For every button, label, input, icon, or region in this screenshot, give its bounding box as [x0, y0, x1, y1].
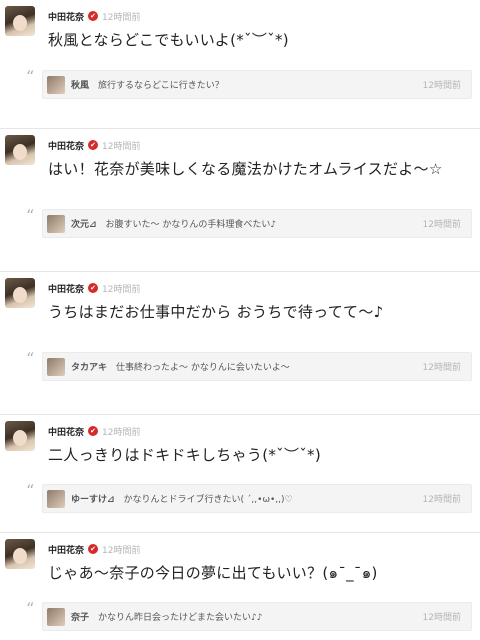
- reply-author: タカアキ: [71, 363, 108, 373]
- post-header: 中田花奈 ✔ 12時間前: [48, 8, 140, 24]
- quote-icon: “: [26, 67, 35, 86]
- reply-time: 12時間前: [422, 220, 461, 230]
- author-name[interactable]: 中田花奈: [48, 543, 84, 556]
- reply-text: 旅行するならどこに行きたい？: [98, 81, 224, 91]
- reply-author: ゆーすけ⊿: [71, 495, 115, 505]
- post-message: じゃあ〜奈子の今日の夢に出てもいい？(๑¯_¯๑): [48, 564, 378, 582]
- quoted-reply[interactable]: タカアキ 仕事終わったよ〜 かなりんに会いたいよ〜 12時間前: [42, 352, 472, 381]
- verified-icon: ✔: [88, 140, 99, 150]
- reply-avatar: [47, 214, 65, 233]
- quote-icon: “: [26, 481, 35, 500]
- quoted-reply[interactable]: 次元⊿ お腹すいた〜 かなりんの手料理食べたい♪ 12時間前: [42, 209, 472, 238]
- reply-time: 12時間前: [422, 613, 461, 623]
- post-time: 12時間前: [102, 545, 141, 556]
- author-name[interactable]: 中田花奈: [48, 425, 84, 438]
- quote-icon: “: [26, 349, 35, 368]
- reply-text: 仕事終わったよ〜 かなりんに会いたいよ〜: [116, 363, 290, 373]
- reply-author: 秋風: [71, 81, 90, 91]
- post-time: 12時間前: [102, 284, 141, 295]
- post-message: うちはまだお仕事中だから おうちで待ってて〜♪: [48, 303, 384, 321]
- post: 中田花奈 ✔ 12時間前 じゃあ〜奈子の今日の夢に出てもいい？(๑¯_¯๑) “…: [0, 533, 480, 640]
- author-avatar[interactable]: [5, 278, 35, 308]
- reply-avatar: [47, 489, 65, 508]
- quoted-reply[interactable]: 秋風 旅行するならどこに行きたい？ 12時間前: [42, 70, 472, 99]
- post-message: はい！花奈が美味しくなる魔法かけたオムライスだよ〜☆: [48, 160, 443, 178]
- reply-time: 12時間前: [422, 495, 461, 505]
- post-message: 二人っきりはドキドキしちゃう(*ˇ︶ˇ*): [48, 446, 322, 464]
- post-header: 中田花奈 ✔ 12時間前: [48, 423, 140, 439]
- post: 中田花奈 ✔ 12時間前 秋風とならどこでもいいよ(*ˇ︶ˇ*) “ 秋風 旅行…: [0, 0, 480, 129]
- reply-avatar: [47, 75, 65, 94]
- author-avatar[interactable]: [5, 539, 35, 569]
- verified-icon: ✔: [88, 283, 99, 293]
- verified-icon: ✔: [88, 11, 99, 21]
- feed: 中田花奈 ✔ 12時間前 秋風とならどこでもいいよ(*ˇ︶ˇ*) “ 秋風 旅行…: [0, 0, 480, 640]
- quote-icon: “: [26, 206, 35, 225]
- post-header: 中田花奈 ✔ 12時間前: [48, 137, 140, 153]
- author-name[interactable]: 中田花奈: [48, 139, 84, 152]
- post: 中田花奈 ✔ 12時間前 二人っきりはドキドキしちゃう(*ˇ︶ˇ*) “ ゆーす…: [0, 415, 480, 533]
- reply-avatar: [47, 357, 65, 376]
- post-time: 12時間前: [102, 12, 141, 23]
- post-time: 12時間前: [102, 141, 141, 152]
- reply-author: 次元⊿: [71, 220, 97, 230]
- author-name[interactable]: 中田花奈: [48, 10, 84, 23]
- post: 中田花奈 ✔ 12時間前 うちはまだお仕事中だから おうちで待ってて〜♪ “ タ…: [0, 272, 480, 415]
- post-time: 12時間前: [102, 427, 141, 438]
- reply-text: お腹すいた〜 かなりんの手料理食べたい♪: [105, 220, 277, 230]
- quoted-reply[interactable]: 奈子 かなりん昨日会ったけどまた会いたい♪♪ 12時間前: [42, 602, 472, 631]
- reply-author: 奈子: [71, 613, 90, 623]
- post-header: 中田花奈 ✔ 12時間前: [48, 541, 140, 557]
- quote-icon: “: [26, 599, 35, 618]
- post-message: 秋風とならどこでもいいよ(*ˇ︶ˇ*): [48, 31, 289, 49]
- reply-time: 12時間前: [422, 363, 461, 373]
- reply-avatar: [47, 607, 65, 626]
- reply-time: 12時間前: [422, 81, 461, 91]
- author-avatar[interactable]: [5, 6, 35, 36]
- quoted-reply[interactable]: ゆーすけ⊿ かなりんとドライブ行きたい( ´,,•ω•,,)♡ 12時間前: [42, 484, 472, 513]
- verified-icon: ✔: [88, 544, 99, 554]
- author-avatar[interactable]: [5, 421, 35, 451]
- post-header: 中田花奈 ✔ 12時間前: [48, 280, 140, 296]
- reply-text: かなりんとドライブ行きたい( ´,,•ω•,,)♡: [123, 495, 293, 505]
- author-avatar[interactable]: [5, 135, 35, 165]
- reply-text: かなりん昨日会ったけどまた会いたい♪♪: [98, 613, 263, 623]
- verified-icon: ✔: [88, 426, 99, 436]
- author-name[interactable]: 中田花奈: [48, 282, 84, 295]
- post: 中田花奈 ✔ 12時間前 はい！花奈が美味しくなる魔法かけたオムライスだよ〜☆ …: [0, 129, 480, 272]
